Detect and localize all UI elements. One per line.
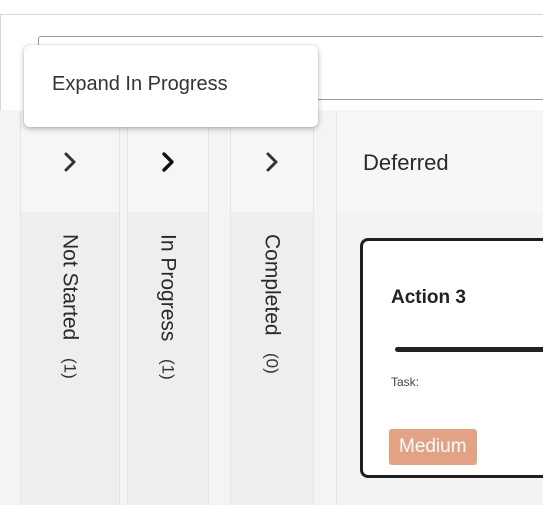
kanban-board-view: Not Started (1) In Progress (1) Complete…	[0, 0, 543, 505]
column-count: (1)	[60, 358, 80, 379]
expand-in-progress-button[interactable]	[157, 148, 179, 176]
expand-not-started-button[interactable]	[59, 148, 81, 176]
column-header	[231, 112, 313, 212]
card-progress-bar	[395, 347, 543, 352]
column-name: In Progress	[156, 234, 180, 342]
column-not-started: Not Started (1)	[20, 112, 120, 505]
column-label[interactable]: Not Started (1)	[58, 234, 82, 379]
column-label[interactable]: In Progress (1)	[156, 234, 180, 381]
column-header: Deferred	[337, 112, 543, 212]
chevron-right-icon	[64, 152, 76, 172]
card-task-label: Task:	[391, 375, 420, 389]
column-count: (1)	[158, 359, 178, 381]
chevron-right-icon	[266, 152, 278, 172]
column-header	[128, 112, 208, 212]
column-name: Completed	[260, 234, 284, 336]
column-header	[21, 112, 119, 212]
task-card[interactable]: Action 3 Task: Medium	[360, 238, 543, 478]
column-label[interactable]: Completed (0)	[260, 234, 284, 375]
column-title: Deferred	[363, 150, 449, 175]
expand-completed-button[interactable]	[261, 148, 283, 176]
column-completed: Completed (0)	[230, 112, 314, 505]
card-title[interactable]: Action 3	[391, 287, 466, 309]
column-name: Not Started	[58, 234, 82, 341]
priority-badge: Medium	[389, 429, 477, 465]
chevron-right-icon	[162, 152, 174, 172]
column-in-progress: In Progress (1)	[127, 112, 209, 505]
tooltip-text: Expand In Progress	[52, 73, 228, 95]
column-count: (0)	[262, 353, 282, 375]
tooltip: Expand In Progress	[24, 45, 318, 127]
